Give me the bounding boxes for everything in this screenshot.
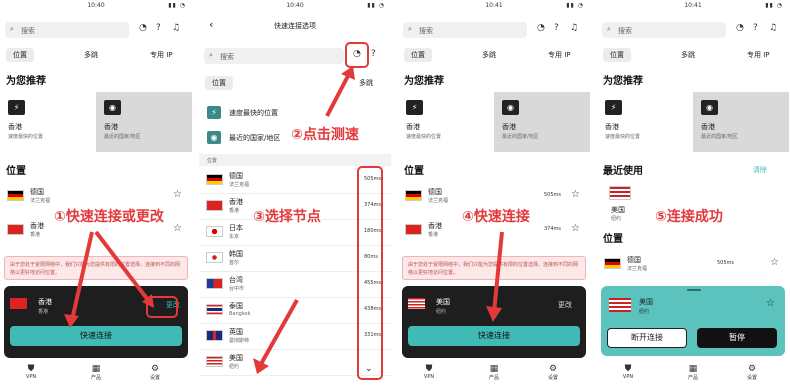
tab-dedicated-ip[interactable]: 专用 IP: [747, 50, 770, 60]
disconnect-button[interactable]: 断开连接: [607, 328, 687, 348]
nearest-sub: 最近的国家/地区: [701, 134, 738, 140]
annotation-arrows: [486, 231, 504, 322]
clock: 10:41: [684, 2, 702, 9]
status-bar: 10:41 ▮▮ ◔: [597, 0, 789, 13]
nav-products[interactable]: ▦ 产品: [678, 364, 708, 381]
recommend-cards: ⚡ 香港速度最快的位置 ◉ 香港最近的国家/地区: [597, 92, 789, 152]
bolt-icon: ⚡: [605, 100, 622, 115]
drag-handle[interactable]: [687, 289, 701, 291]
help-icon[interactable]: ?: [753, 23, 758, 33]
search-input[interactable]: ⌕ 搜索: [602, 22, 726, 38]
nav-vpn[interactable]: ⛊ VPN: [613, 364, 643, 380]
card-name: 美国: [639, 298, 653, 306]
connected-card: 美国 纽约 ☆ 断开连接 暂停: [601, 286, 785, 356]
card-sub: 纽约: [639, 309, 650, 315]
speed-test-icon[interactable]: ◔: [736, 23, 744, 33]
star-icon[interactable]: ☆: [770, 257, 779, 268]
annotation-5: ⑤连接成功: [655, 209, 723, 225]
signal-icon: ▮▮ ◔: [765, 2, 783, 9]
list-item[interactable]: 德国法兰克福 505ms ☆: [597, 252, 789, 276]
tab-bar: 位置 多跳 专用 IP: [597, 46, 789, 64]
nearest-card[interactable]: ◉ 香港最近的国家/地区: [693, 92, 789, 152]
bottom-nav: ⛊ VPN ▦ 产品 ⚙ 设置: [597, 364, 789, 392]
star-icon[interactable]: ☆: [766, 298, 775, 309]
latency: 505ms: [717, 260, 735, 266]
section-recommend: 为您推荐: [603, 76, 643, 87]
annotation-arrows: [253, 66, 355, 374]
pin-icon: ◉: [701, 100, 718, 115]
section-recent: 最近使用: [603, 166, 643, 177]
shield-icon: ⛊: [624, 364, 632, 374]
fastest-sub: 速度最快的位置: [605, 134, 641, 140]
nav-settings[interactable]: ⚙ 设置: [737, 364, 767, 381]
grid-icon: ▦: [688, 364, 698, 374]
panel-speedtest: 10:40 ▮▮ ◔ ‹ 快速连接选项 ⌕ 搜索 ◔ ? 位置 多跳 ⚡ 速度最快的位…: [199, 0, 391, 392]
pause-button[interactable]: 暂停: [697, 328, 777, 348]
recent-sub: 纽约: [611, 216, 622, 222]
flag-us: [609, 298, 631, 312]
panel-connected: 10:41 ▮▮ ◔ ⌕ 搜索 ◔ ? ♫ 位置 多跳 专用 IP 为您推荐 ⚡ 香港…: [597, 0, 789, 392]
nav-label: 设置: [746, 375, 757, 381]
fastest-title: 香港: [605, 123, 619, 131]
tab-location[interactable]: 位置: [603, 48, 631, 62]
flag-us: [609, 186, 631, 200]
section-locations: 位置: [603, 234, 623, 245]
recent-name: 美国: [611, 206, 625, 214]
bell-icon[interactable]: ♫: [769, 23, 777, 33]
nav-label: VPN: [622, 374, 634, 380]
flag-de: [604, 258, 621, 269]
search-icon: ⌕: [607, 25, 611, 33]
gear-icon: ⚙: [747, 364, 757, 374]
panel-home: 10:40 ▮▮ ◔ ⌕ 搜索 ◔ ? ♫ 位置 多跳 专用 IP 为您推荐 ⚡ 香港…: [0, 0, 192, 392]
loc-name: 德国: [627, 256, 641, 264]
fastest-card[interactable]: ⚡ 香港速度最快的位置: [597, 92, 693, 152]
nearest-title: 香港: [701, 123, 715, 131]
annotation-arrows: [64, 230, 154, 328]
panel-connect: 10:41 ▮▮ ◔ ⌕ 搜索 ◔ ? ♫ 位置 多跳 专用 IP 为您推荐 ⚡ 香港…: [398, 0, 590, 392]
loc-sub: 法兰克福: [627, 266, 648, 272]
nav-label: 产品: [687, 375, 698, 381]
tab-multihop[interactable]: 多跳: [681, 50, 695, 60]
clear-button[interactable]: 清除: [753, 165, 767, 175]
